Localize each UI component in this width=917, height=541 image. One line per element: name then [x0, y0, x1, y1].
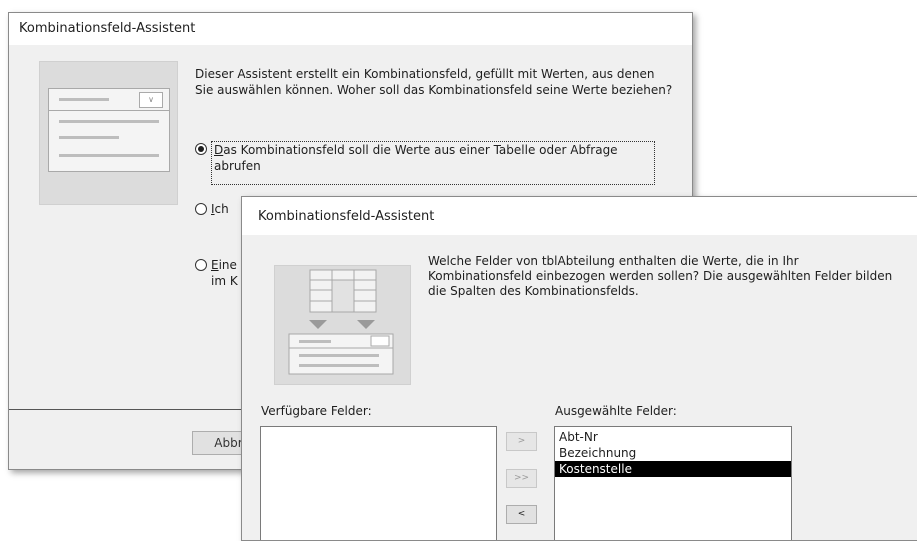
wizard-intro-text: Welche Felder von tblAbteilung enthalten… — [428, 254, 893, 298]
field-selection-illustration — [274, 265, 411, 385]
list-item-bezeichnung[interactable]: Bezeichnung — [555, 445, 791, 461]
mini-combobox-icon: ∨ — [48, 88, 170, 112]
remove-field-button[interactable]: < — [506, 505, 537, 524]
option-own-values[interactable]: Ich — [195, 201, 229, 217]
table-to-combo-icon — [288, 269, 394, 375]
dialog-title: Kombinationsfeld-Assistent — [9, 13, 692, 45]
radio-button[interactable] — [195, 143, 207, 155]
option-search-record[interactable]: Eine im K — [195, 257, 238, 289]
mini-list-icon — [48, 110, 170, 172]
available-fields-label: Verfügbare Felder: — [261, 404, 372, 418]
option-table-query[interactable]: Das Kombinationsfeld soll die Werte aus … — [195, 141, 655, 185]
list-item-kostenstelle[interactable]: Kostenstelle — [555, 461, 791, 477]
add-field-button[interactable]: > — [506, 432, 537, 451]
list-item-abt-nr[interactable]: Abt-Nr — [555, 429, 791, 445]
combo-wizard-dialog-step2: Kombinationsfeld-Assistent Welche Felder… — [241, 196, 917, 541]
dialog-title: Kombinationsfeld-Assistent — [242, 197, 917, 235]
combo-wizard-illustration: ∨ — [39, 61, 178, 205]
radio-button[interactable] — [195, 203, 207, 215]
add-all-fields-button[interactable]: >> — [506, 469, 537, 488]
wizard-intro-text: Dieser Assistent erstellt ein Kombinatio… — [195, 67, 673, 97]
selected-fields-list[interactable]: Abt-Nr Bezeichnung Kostenstelle — [554, 426, 792, 540]
available-fields-list[interactable] — [260, 426, 497, 540]
selected-fields-label: Ausgewählte Felder: — [555, 404, 677, 418]
radio-button[interactable] — [195, 259, 207, 271]
